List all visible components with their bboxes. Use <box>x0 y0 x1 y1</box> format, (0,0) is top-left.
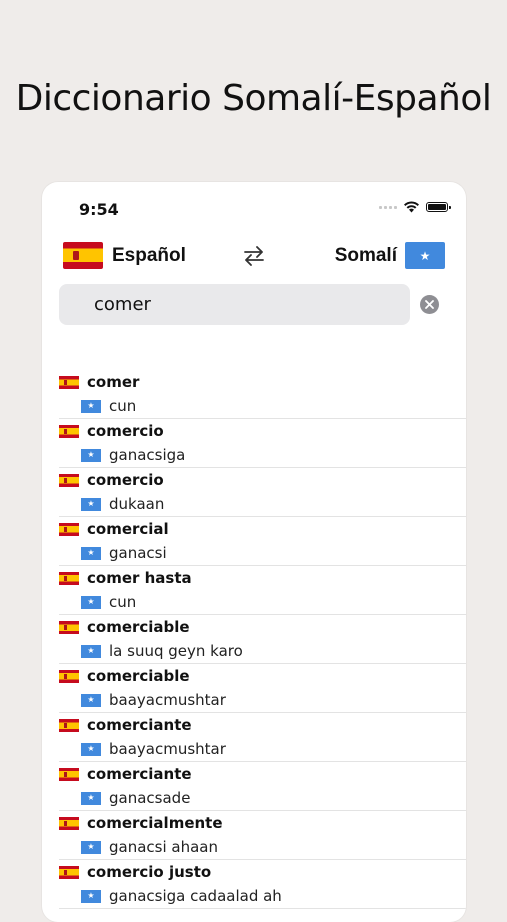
spanish-word: comerciable <box>87 618 190 636</box>
result-entry[interactable]: comerciante ★ ganacsade <box>59 762 466 811</box>
somali-row: ★ ganacsiga <box>81 443 185 467</box>
spanish-row: comercio <box>59 419 164 443</box>
spanish-word: comerciante <box>87 765 192 783</box>
somali-translation: ganacsiga cadaalad ah <box>109 887 282 905</box>
somalia-flag-icon: ★ <box>81 595 101 609</box>
somali-translation: dukaan <box>109 495 165 513</box>
cellular-signal-icon <box>379 205 397 209</box>
somali-row: ★ ganacsi <box>81 541 167 565</box>
somali-row: ★ ganacsiga cadaalad ah <box>81 884 282 908</box>
somali-row: ★ dukaan <box>81 492 164 516</box>
somalia-flag-icon: ★ <box>81 791 101 805</box>
spanish-word: comer <box>87 373 140 391</box>
somalia-flag-icon: ★ <box>81 448 101 462</box>
somali-translation: la suuq geyn karo <box>109 642 243 660</box>
result-entry[interactable]: comercialmente ★ ganacsi ahaan <box>59 811 466 860</box>
spain-flag-icon <box>59 571 79 585</box>
spain-flag-icon <box>59 620 79 634</box>
somali-translation: baayacmushtar <box>109 740 226 758</box>
result-entry[interactable]: comercio ★ ganacsiga <box>59 419 466 468</box>
spanish-row: comercial <box>59 517 169 541</box>
somalia-flag-icon: ★ <box>81 546 101 560</box>
result-entry[interactable]: comercial ★ ganacsi <box>59 517 466 566</box>
result-entry[interactable]: comerciante ★ baayacmushtar <box>59 713 466 762</box>
somalia-flag-icon: ★ <box>81 399 101 413</box>
result-entry[interactable]: comercio justo ★ ganacsiga cadaalad ah <box>59 860 466 909</box>
somali-row: ★ cun <box>81 590 136 614</box>
spain-flag-icon <box>59 816 79 830</box>
battery-icon <box>426 202 451 212</box>
spanish-word: comercial <box>87 520 169 538</box>
somali-translation: cun <box>109 397 137 415</box>
spanish-row: comerciante <box>59 713 192 737</box>
somali-translation: ganacsi ahaan <box>109 838 218 856</box>
wifi-icon <box>404 201 419 213</box>
somali-translation: ganacsiga <box>109 446 186 464</box>
somalia-flag-icon: ★ <box>81 693 101 707</box>
spanish-word: comerciable <box>87 667 190 685</box>
spain-flag-icon <box>59 375 79 389</box>
spanish-word: comercio <box>87 422 164 440</box>
spain-flag-icon <box>59 767 79 781</box>
somali-row: ★ cun <box>81 394 136 418</box>
spanish-row: comerciable <box>59 664 190 688</box>
spain-flag-icon <box>59 669 79 683</box>
somali-translation: baayacmushtar <box>109 691 226 709</box>
somalia-flag-icon: ★ <box>81 644 101 658</box>
somalia-flag-icon: ★ <box>81 497 101 511</box>
clear-search-icon[interactable] <box>420 295 439 314</box>
somali-row: ★ baayacmushtar <box>81 737 226 761</box>
spanish-row: comerciable <box>59 615 190 639</box>
somali-row: ★ ganacsi ahaan <box>81 835 218 859</box>
somali-row: ★ baayacmushtar <box>81 688 226 712</box>
result-entry[interactable]: comerciable ★ baayacmushtar <box>59 664 466 713</box>
spanish-row: comer hasta <box>59 566 192 590</box>
spain-flag-icon <box>59 473 79 487</box>
spanish-word: comerciante <box>87 716 192 734</box>
spain-flag-icon <box>63 242 103 269</box>
somalia-flag-icon: ★ <box>81 889 101 903</box>
language-selector: Español Somalí ★ <box>42 242 466 272</box>
result-entry[interactable]: comerciable ★ la suuq geyn karo <box>59 615 466 664</box>
spanish-row: comercialmente <box>59 811 223 835</box>
spanish-word: comercio justo <box>87 863 212 881</box>
result-entry[interactable]: comer hasta ★ cun <box>59 566 466 615</box>
spanish-word: comercio <box>87 471 164 489</box>
search-box <box>59 284 410 325</box>
somalia-flag-icon: ★ <box>81 840 101 854</box>
spanish-word: comer hasta <box>87 569 192 587</box>
search-input[interactable] <box>59 284 410 325</box>
spain-flag-icon <box>59 424 79 438</box>
status-time: 9:54 <box>79 200 119 219</box>
swap-languages-icon[interactable] <box>242 244 266 268</box>
somali-translation: ganacsade <box>109 789 191 807</box>
somalia-flag-icon: ★ <box>81 742 101 756</box>
status-bar: 9:54 <box>42 182 466 232</box>
spanish-row: comercio <box>59 468 164 492</box>
somali-translation: cun <box>109 593 137 611</box>
results-list: comer ★ cun comercio ★ ganacsiga comercio ★ duka… <box>42 370 466 909</box>
spanish-row: comer <box>59 370 139 394</box>
somali-row: ★ la suuq geyn karo <box>81 639 243 663</box>
result-entry[interactable]: comer ★ cun <box>59 370 466 419</box>
spain-flag-icon <box>59 718 79 732</box>
app-headline: Diccionario Somalí-Español <box>15 78 492 119</box>
spanish-word: comercialmente <box>87 814 223 832</box>
result-entry[interactable]: comercio ★ dukaan <box>59 468 466 517</box>
phone-screen: 9:54 Español Somalí ★ comer ★ cun comercio ★… <box>42 182 466 922</box>
target-language-label[interactable]: Somalí <box>335 245 397 267</box>
status-icons <box>379 201 451 213</box>
spanish-row: comercio justo <box>59 860 211 884</box>
spanish-row: comerciante <box>59 762 192 786</box>
somali-row: ★ ganacsade <box>81 786 190 810</box>
spain-flag-icon <box>59 522 79 536</box>
spain-flag-icon <box>59 865 79 879</box>
source-language-label[interactable]: Español <box>112 245 186 267</box>
somali-translation: ganacsi <box>109 544 167 562</box>
somalia-flag-icon: ★ <box>405 242 445 269</box>
